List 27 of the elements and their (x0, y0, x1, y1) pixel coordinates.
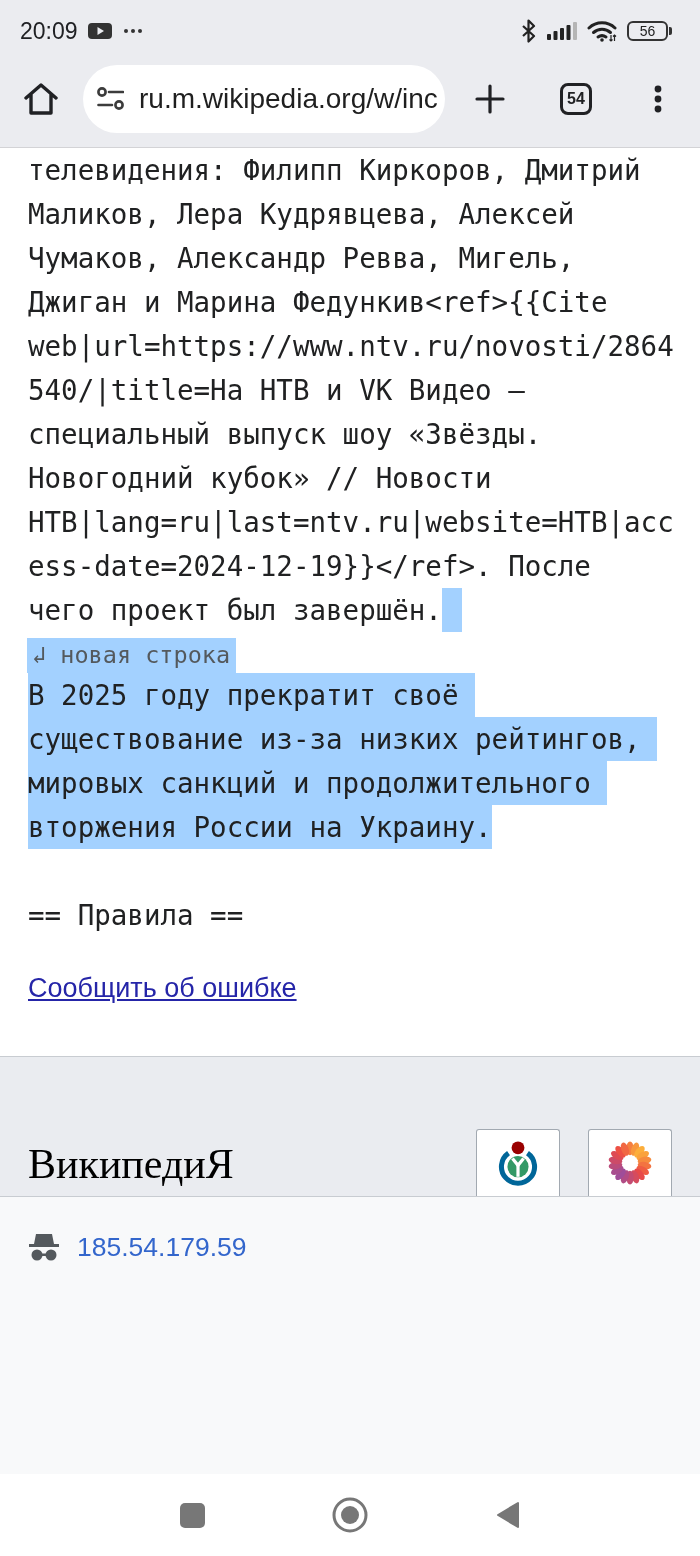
play-icon (87, 23, 112, 39)
ip-address-link[interactable]: 185.54.179.59 (77, 1232, 247, 1262)
address-bar[interactable]: ru.m.wikipedia.org/w/inc (83, 64, 445, 133)
plus-icon (475, 83, 505, 114)
tab-switcher-button[interactable]: 54 (560, 82, 592, 115)
more-dots-icon (123, 29, 142, 33)
home-icon (24, 82, 58, 115)
report-error-link[interactable]: Сообщить об ошибке (28, 973, 297, 1003)
bluetooth-icon (521, 19, 537, 43)
footer-logo-button[interactable] (588, 1129, 672, 1196)
triangle-icon (496, 1501, 520, 1529)
wikitext-heading: == Правила == (28, 898, 244, 933)
tune-icon[interactable] (97, 87, 124, 110)
signal-icon (547, 22, 577, 40)
flower-logo-icon (607, 1140, 653, 1186)
footer-logo-button[interactable] (476, 1129, 560, 1196)
dots-vertical-icon (654, 84, 662, 113)
square-icon (179, 1502, 205, 1528)
wikitext-paragraph: телевидения: Филипп Киркоров, Дмитрий Маликов, Лера Кудрявцева, Алексей Чумаков, Александр Ревва, Мигель, Джиган и Марина Федункив<ref>{{Cite web|url=https://www.ntv.ru/novosti/2864 540/|title=На НТВ и VK Видео — специальный выпуск шоу «Звёзды. Новогодний кубок» // Новости НТВ|lang=ru|last=ntv.ru|website=НТВ|acc ess-date=2024-12-19}}</ref>. После чего проект был завершён. (28, 148, 674, 632)
status-time: 20:09 (20, 19, 78, 43)
wifi-icon (587, 20, 617, 42)
newline-marker: ↲ новая строка (27, 638, 237, 673)
battery-indicator: 56 (627, 21, 672, 41)
site-wordmark: ВикипедиЯ (28, 1143, 234, 1185)
wikitext-paragraph: В 2025 году прекратит своё существование из-за низких рейтингов, мировых санкций и продолжительного вторжения России на Украину. (28, 673, 658, 849)
circle-icon (332, 1497, 368, 1533)
hat-glasses-icon (28, 1233, 60, 1261)
